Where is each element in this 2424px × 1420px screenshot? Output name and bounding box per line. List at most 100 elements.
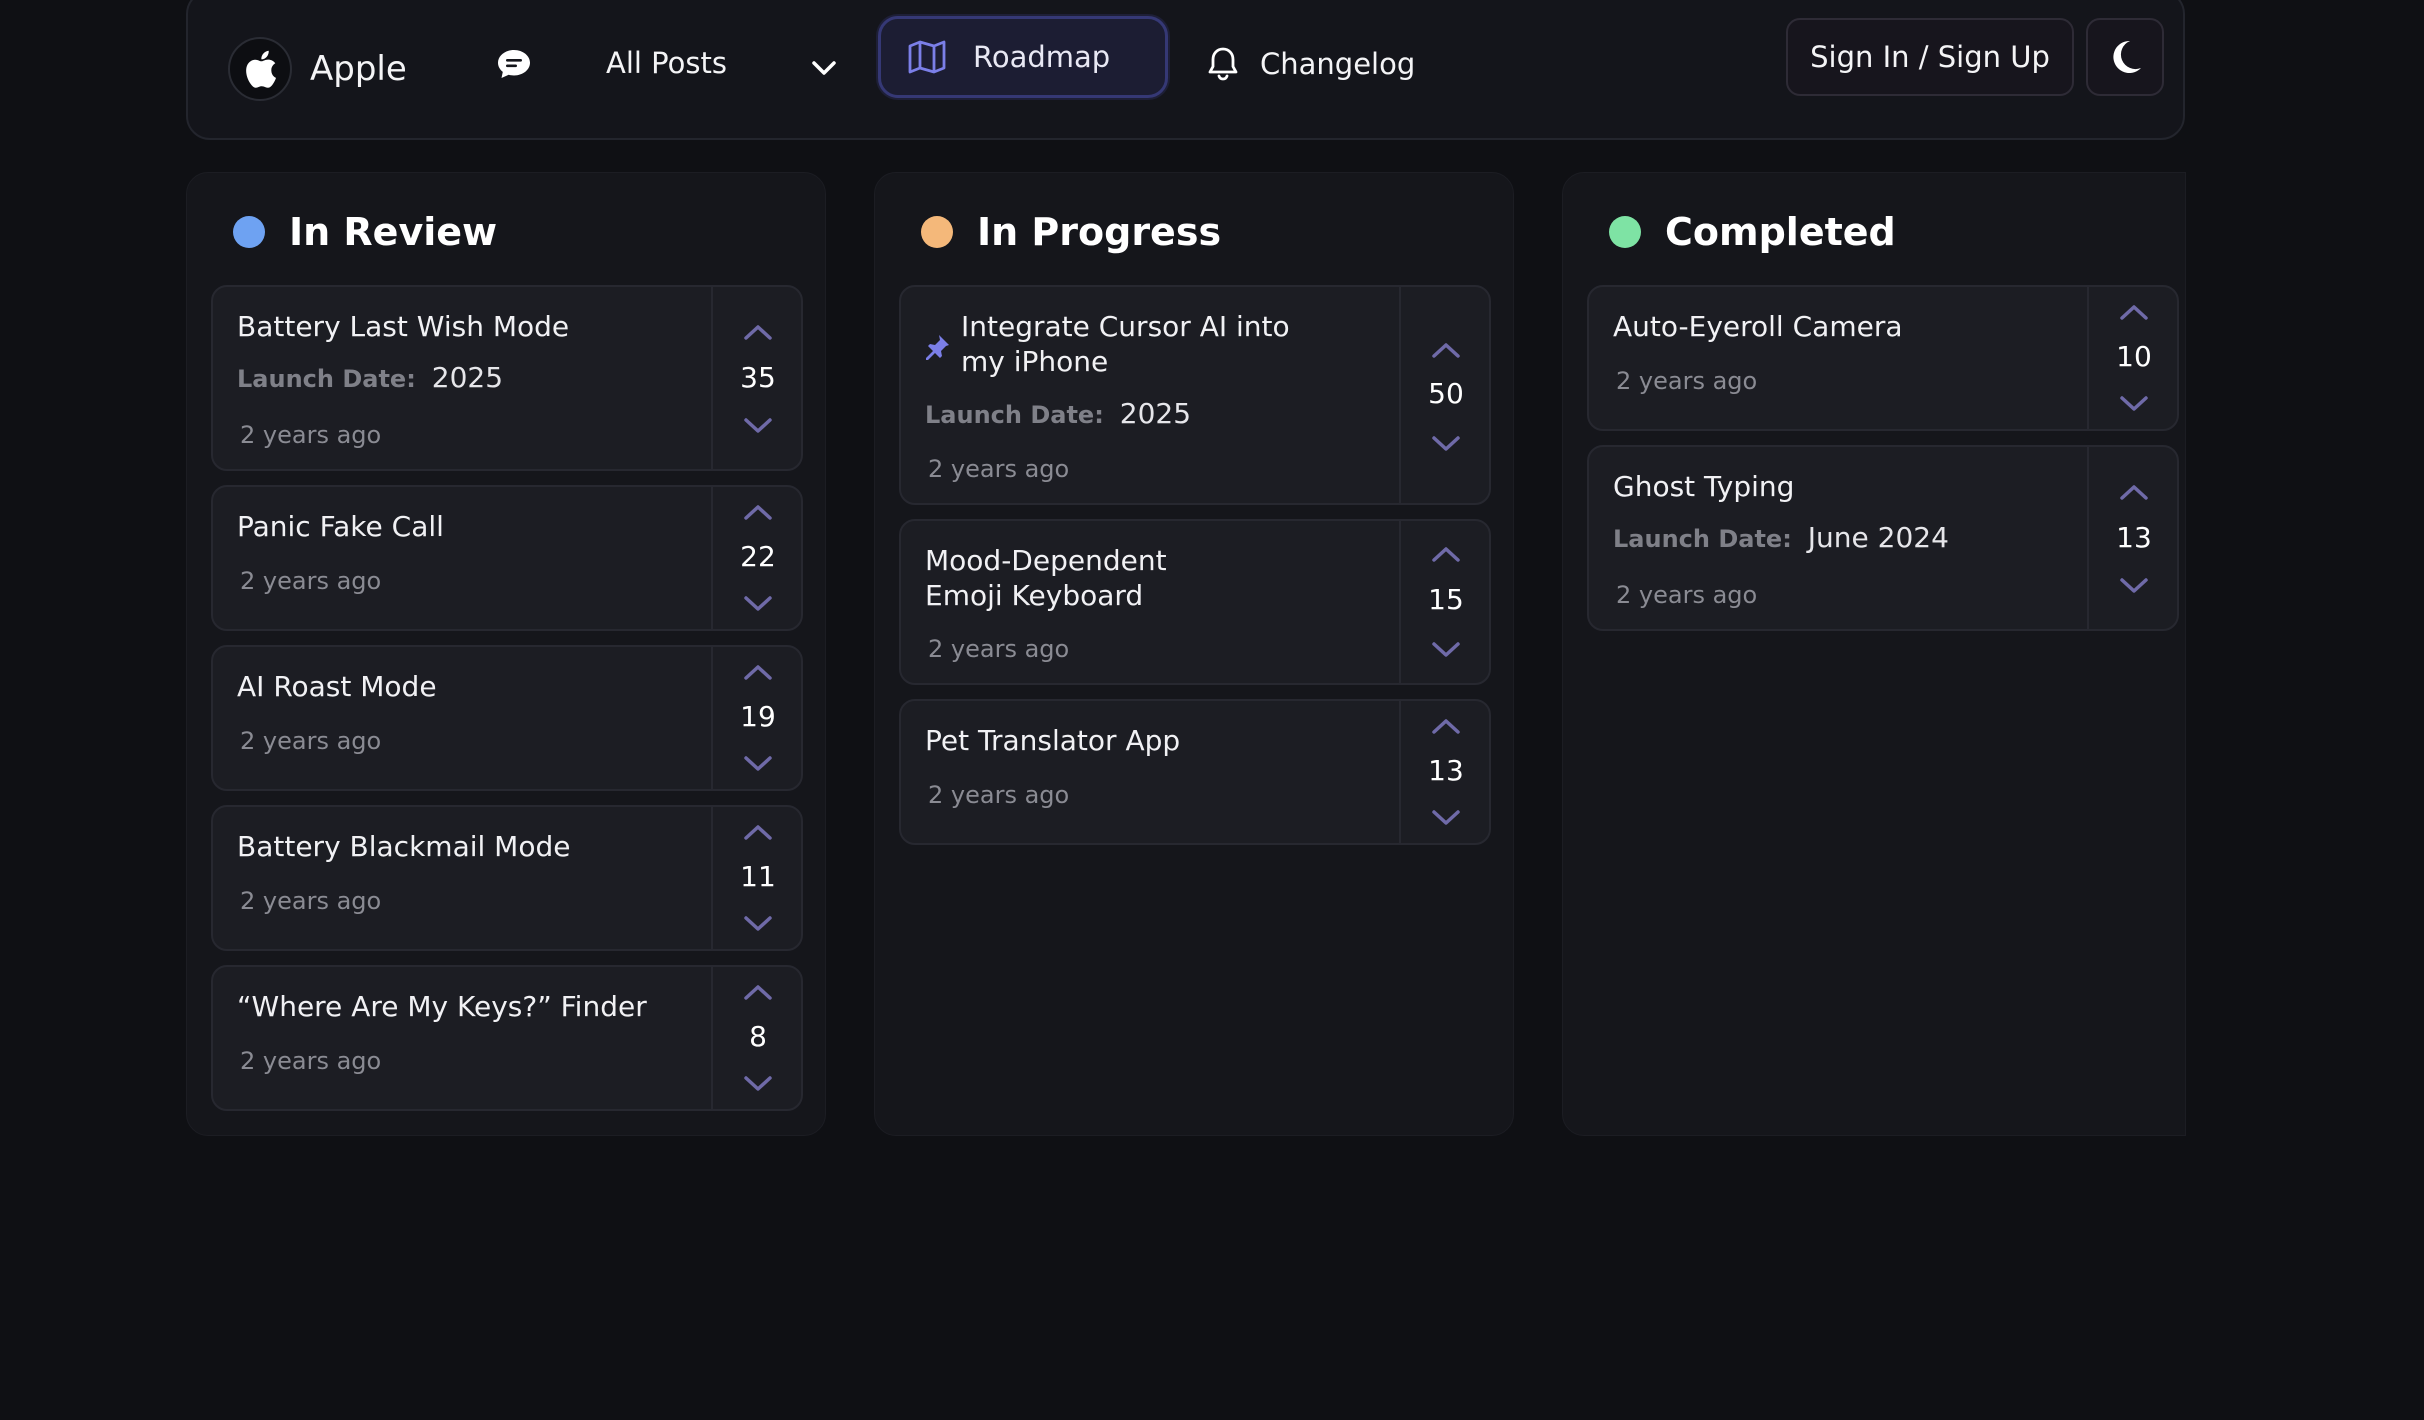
top-navbar: Apple All Posts Roadmap Changelog Sign I… xyxy=(186,0,2185,140)
post-title-line-1: Mood-Dependent xyxy=(925,544,1167,577)
post-title: Pet Translator App xyxy=(925,724,1181,757)
vote-count: 11 xyxy=(740,860,776,893)
column-header: In Review xyxy=(233,201,497,263)
downvote-icon[interactable] xyxy=(1429,639,1463,661)
vote-box: 13 xyxy=(1399,701,1489,843)
launch-date: Launch Date: 2025 xyxy=(237,361,503,394)
post-time: 2 years ago xyxy=(240,727,382,755)
post-card[interactable]: “Where Are My Keys?” Finder 2 years ago … xyxy=(211,965,803,1111)
post-card[interactable]: Battery Blackmail Mode 2 years ago 11 xyxy=(211,805,803,951)
vote-box: 50 xyxy=(1399,287,1489,503)
all-posts-link[interactable]: All Posts xyxy=(606,46,727,80)
brand-name: Apple xyxy=(310,49,407,89)
launch-date: Launch Date: 2025 xyxy=(925,397,1191,430)
launch-date-label: Launch Date: xyxy=(1613,525,1792,553)
launch-date-value: June 2024 xyxy=(1807,521,1949,554)
vote-count: 13 xyxy=(1428,754,1464,787)
post-card[interactable]: AI Roast Mode 2 years ago 19 xyxy=(211,645,803,791)
chat-bubble-icon[interactable] xyxy=(494,44,534,84)
upvote-icon[interactable] xyxy=(2117,301,2151,323)
post-card[interactable]: Mood-Dependent Emoji Keyboard 2 years ag… xyxy=(899,519,1491,685)
vote-box: 8 xyxy=(711,967,801,1109)
bell-icon xyxy=(1208,47,1238,81)
column-header: Completed xyxy=(1609,201,1896,263)
post-title: “Where Are My Keys?” Finder xyxy=(237,990,647,1023)
post-title: AI Roast Mode xyxy=(237,670,437,703)
post-time: 2 years ago xyxy=(928,781,1070,809)
post-card[interactable]: Ghost Typing Launch Date: June 2024 2 ye… xyxy=(1587,445,2179,631)
post-card[interactable]: Panic Fake Call 2 years ago 22 xyxy=(211,485,803,631)
downvote-icon[interactable] xyxy=(2117,393,2151,415)
brand-link[interactable]: Apple xyxy=(228,37,407,101)
vote-count: 22 xyxy=(740,540,776,573)
post-time: 2 years ago xyxy=(240,567,382,595)
roadmap-label: Roadmap xyxy=(973,40,1111,74)
post-title-line-2: my iPhone xyxy=(961,345,1109,378)
column-in-progress: In Progress Integrate Cursor AI into my … xyxy=(874,172,1514,1136)
column-title: In Progress xyxy=(977,210,1222,254)
upvote-icon[interactable] xyxy=(1429,715,1463,737)
upvote-icon[interactable] xyxy=(741,501,775,523)
post-time: 2 years ago xyxy=(240,421,382,449)
column-completed: Completed Auto-Eyeroll Camera 2 years ag… xyxy=(1562,172,2186,1136)
vote-count: 13 xyxy=(2116,521,2152,554)
post-time: 2 years ago xyxy=(928,635,1070,663)
post-card[interactable]: Pet Translator App 2 years ago 13 xyxy=(899,699,1491,845)
post-title: Battery Blackmail Mode xyxy=(237,830,571,863)
post-time: 2 years ago xyxy=(1616,581,1758,609)
launch-date-value: 2025 xyxy=(431,361,504,394)
upvote-icon[interactable] xyxy=(2117,481,2151,503)
downvote-icon[interactable] xyxy=(1429,433,1463,455)
status-dot xyxy=(233,216,265,248)
changelog-link[interactable]: Changelog xyxy=(1206,32,1415,96)
column-header: In Progress xyxy=(921,201,1221,263)
pin-icon xyxy=(926,335,949,360)
vote-box: 22 xyxy=(711,487,801,629)
upvote-icon[interactable] xyxy=(741,321,775,343)
vote-box: 15 xyxy=(1399,521,1489,683)
upvote-icon[interactable] xyxy=(1429,339,1463,361)
vote-box: 13 xyxy=(2087,447,2177,629)
downvote-icon[interactable] xyxy=(2117,575,2151,597)
vote-count: 10 xyxy=(2116,340,2152,373)
upvote-icon[interactable] xyxy=(741,821,775,843)
post-time: 2 years ago xyxy=(240,887,382,915)
launch-date-label: Launch Date: xyxy=(237,365,416,393)
downvote-icon[interactable] xyxy=(1429,807,1463,829)
downvote-icon[interactable] xyxy=(741,913,775,935)
post-title-line-2: Emoji Keyboard xyxy=(925,579,1144,612)
vote-box: 11 xyxy=(711,807,801,949)
chevron-down-icon[interactable] xyxy=(806,50,842,86)
upvote-icon[interactable] xyxy=(741,981,775,1003)
launch-date: Launch Date: June 2024 xyxy=(1613,521,1949,554)
post-title: Auto-Eyeroll Camera xyxy=(1613,310,1903,343)
theme-toggle-button[interactable] xyxy=(2086,18,2164,96)
post-time: 2 years ago xyxy=(240,1047,382,1075)
downvote-icon[interactable] xyxy=(741,415,775,437)
vote-box: 35 xyxy=(711,287,801,469)
vote-box: 10 xyxy=(2087,287,2177,429)
downvote-icon[interactable] xyxy=(741,1073,775,1095)
post-title: Ghost Typing xyxy=(1613,470,1795,503)
status-dot xyxy=(1609,216,1641,248)
post-card[interactable]: Battery Last Wish Mode Launch Date: 2025… xyxy=(211,285,803,471)
vote-count: 35 xyxy=(740,361,776,394)
column-title: Completed xyxy=(1665,210,1896,254)
vote-count: 15 xyxy=(1428,583,1464,616)
vote-box: 19 xyxy=(711,647,801,789)
post-time: 2 years ago xyxy=(928,455,1070,483)
upvote-icon[interactable] xyxy=(741,661,775,683)
post-card[interactable]: Integrate Cursor AI into my iPhone Launc… xyxy=(899,285,1491,505)
roadmap-tab[interactable]: Roadmap xyxy=(878,16,1168,98)
column-in-review: In Review Battery Last Wish Mode Launch … xyxy=(186,172,826,1136)
sign-in-button[interactable]: Sign In / Sign Up xyxy=(1786,18,2074,96)
column-title: In Review xyxy=(289,210,498,254)
upvote-icon[interactable] xyxy=(1429,543,1463,565)
post-title-line-1: Integrate Cursor AI into xyxy=(961,310,1290,343)
post-title: Panic Fake Call xyxy=(237,510,444,543)
changelog-label: Changelog xyxy=(1260,47,1416,81)
downvote-icon[interactable] xyxy=(741,753,775,775)
post-card[interactable]: Auto-Eyeroll Camera 2 years ago 10 xyxy=(1587,285,2179,431)
moon-icon xyxy=(2113,40,2141,73)
downvote-icon[interactable] xyxy=(741,593,775,615)
